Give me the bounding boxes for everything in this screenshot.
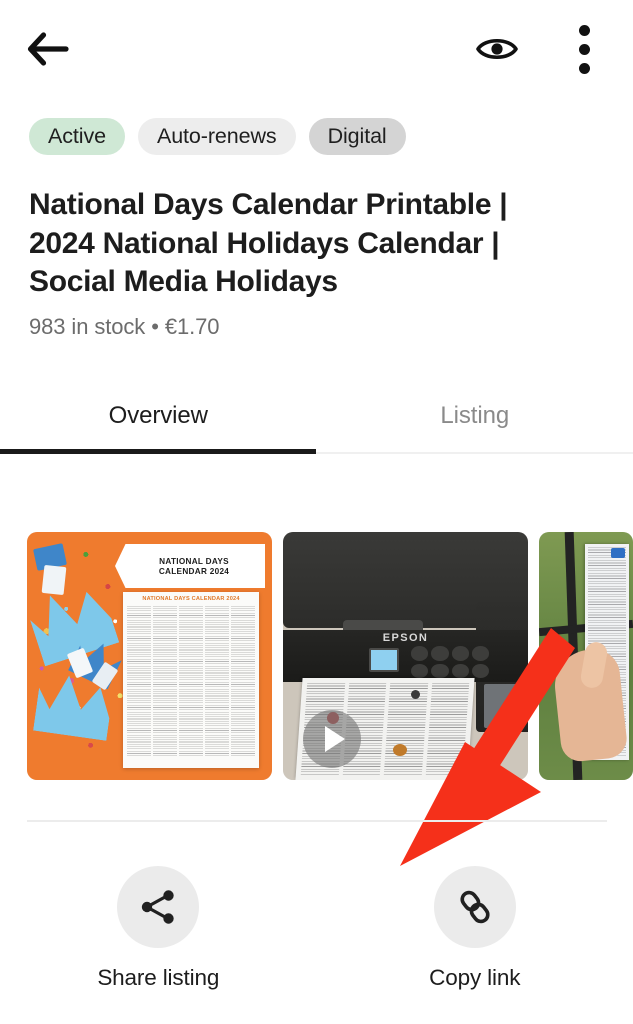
copy-link-button[interactable]: Copy link	[317, 866, 633, 991]
action-row: Share listing Copy link	[0, 866, 633, 991]
status-badge-digital: Digital	[308, 118, 406, 155]
status-badge-group: Active Auto-renews Digital	[29, 118, 406, 155]
printer-lcd-screen	[369, 648, 399, 672]
calendar-logo-mark	[611, 548, 625, 558]
status-badge-auto-renews: Auto-renews	[137, 118, 296, 155]
calendar-color-mark	[393, 744, 407, 756]
banner-line-1: NATIONAL DAYS	[159, 556, 229, 566]
top-app-bar	[0, 0, 633, 95]
media-thumbnail-hand-photo[interactable]	[539, 532, 633, 780]
printer-keypad	[411, 646, 489, 678]
calendar-columns	[127, 606, 255, 758]
share-listing-label: Share listing	[97, 965, 220, 990]
listing-detail-screen: Active Auto-renews Digital National Days…	[0, 0, 633, 1024]
media-thumbnail-calendar-photo[interactable]: NATIONAL DAYS CALENDAR 2024 NATIONAL DAY…	[27, 532, 272, 780]
back-arrow-icon	[27, 32, 69, 66]
thumbnail-banner: NATIONAL DAYS CALENDAR 2024	[115, 544, 265, 588]
section-divider	[27, 820, 607, 822]
link-icon	[460, 890, 490, 924]
play-icon	[324, 726, 345, 752]
preview-listing-button[interactable]	[466, 18, 528, 80]
copy-link-label: Copy link	[429, 965, 521, 990]
printer-brand-label: EPSON	[382, 632, 429, 644]
printer-ink-tank	[484, 684, 522, 728]
copy-link-button-circle	[433, 866, 516, 948]
media-thumbnail-strip[interactable]: NATIONAL DAYS CALENDAR 2024 NATIONAL DAY…	[27, 532, 633, 780]
banner-line-2: CALENDAR 2024	[158, 566, 230, 576]
video-play-button[interactable]	[303, 710, 361, 768]
three-dot-menu-icon	[578, 24, 590, 74]
share-listing-button[interactable]: Share listing	[0, 866, 317, 991]
tab-listing[interactable]: Listing	[317, 378, 633, 454]
tab-bar: Overview Listing	[0, 378, 633, 454]
calendar-sheet: NATIONAL DAYS CALENDAR 2024	[123, 592, 259, 768]
share-icon	[142, 890, 174, 924]
stock-and-price: 983 in stock • €1.70	[29, 314, 220, 339]
media-thumbnail-printer-video[interactable]: EPSON	[283, 532, 528, 780]
eye-icon	[476, 38, 518, 60]
status-badge-active: Active	[29, 118, 125, 155]
share-button-circle	[117, 866, 200, 948]
confetti-strip	[41, 564, 67, 596]
tab-active-indicator	[0, 449, 316, 454]
listing-title: National Days Calendar Printable | 2024 …	[29, 188, 508, 298]
tab-overview[interactable]: Overview	[0, 378, 317, 454]
back-button[interactable]	[16, 18, 80, 80]
calendar-color-mark	[411, 690, 420, 699]
calendar-sheet-title: NATIONAL DAYS CALENDAR 2024	[142, 596, 240, 602]
overflow-menu-button[interactable]	[556, 18, 612, 80]
